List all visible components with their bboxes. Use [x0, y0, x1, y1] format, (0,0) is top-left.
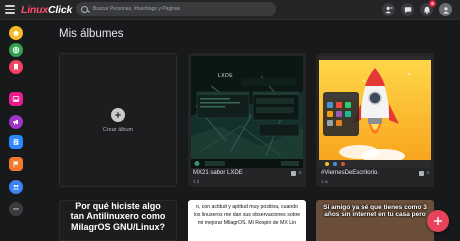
- plus-icon: [434, 217, 442, 225]
- sidebar-albums[interactable]: [9, 92, 23, 106]
- photo-icon: [291, 171, 297, 176]
- logo-text-part1: Linux: [21, 3, 48, 16]
- user-avatar[interactable]: [439, 3, 452, 16]
- sidebar-explore[interactable]: [9, 43, 23, 57]
- bell-icon[interactable]: 6: [420, 0, 436, 16]
- meme-caption: Por qué hiciste algo tan Antilinuxero co…: [70, 201, 166, 232]
- album-card-viernes[interactable]: #ViernesDeEscritorio. 1 w 4: [316, 53, 434, 187]
- thumbnail-caption: LXDE: [218, 73, 234, 79]
- sidebar: [0, 20, 32, 241]
- album-title[interactable]: #ViernesDeEscritorio.: [321, 170, 379, 176]
- meme-caption: Si amigo ya sé que tienes como 3 años si…: [323, 204, 427, 219]
- megaphone-icon: [13, 119, 18, 125]
- add-friend-icon[interactable]: [382, 3, 395, 16]
- sidebar-groups[interactable]: [9, 180, 23, 194]
- top-icons: 6: [382, 0, 452, 16]
- create-album-card[interactable]: Crear álbum: [59, 53, 177, 187]
- hamburger-menu-icon[interactable]: [3, 3, 17, 17]
- search-input[interactable]: [93, 6, 273, 12]
- sidebar-saved[interactable]: [9, 60, 23, 74]
- album-count-value: 4: [426, 171, 429, 176]
- album-date: 3 d: [193, 179, 200, 184]
- sidebar-pages[interactable]: [9, 135, 23, 149]
- album-thumbnail: LXDE: [191, 56, 303, 168]
- group-icon: [12, 184, 20, 190]
- flag-icon: [13, 161, 19, 168]
- image-icon: [12, 96, 20, 102]
- photo-icon: [419, 171, 425, 176]
- rocket-wallpaper-image: [319, 56, 431, 168]
- top-bar: LinuxClick 6: [0, 0, 460, 20]
- post-text-image: o, con actitud y aptitud muy positiva, c…: [193, 204, 301, 226]
- more-icon: [13, 208, 19, 210]
- add-fab-button[interactable]: [427, 210, 449, 232]
- album-card-partial-3[interactable]: Si amigo ya sé que tienes como 3 años si…: [316, 200, 434, 241]
- logo-text-part2: Click: [48, 3, 73, 16]
- album-card-partial-2[interactable]: o, con actitud y aptitud muy positiva, c…: [188, 200, 306, 241]
- album-count-value: 4: [298, 171, 301, 176]
- bookmark-icon: [14, 63, 18, 71]
- sidebar-more[interactable]: [9, 202, 23, 216]
- page-icon: [13, 139, 19, 145]
- chat-icon[interactable]: [401, 3, 414, 16]
- notification-badge: 6: [429, 0, 436, 7]
- album-thumbnail: [319, 56, 431, 168]
- sidebar-home[interactable]: [9, 26, 23, 40]
- sidebar-events[interactable]: [9, 157, 23, 171]
- search-icon: [81, 5, 88, 13]
- album-card-partial-1[interactable]: Por qué hiciste algo tan Antilinuxero co…: [59, 200, 177, 241]
- album-date: 1 w: [321, 179, 329, 184]
- sidebar-boosted[interactable]: [9, 115, 23, 129]
- desktop-screenshot-image: [191, 56, 303, 168]
- plus-icon: [111, 107, 125, 122]
- album-photo-count: 4: [419, 171, 429, 176]
- create-album-label: Crear álbum: [102, 126, 134, 133]
- album-title[interactable]: MX21 sabor LXDE: [193, 170, 243, 176]
- album-photo-count: 4: [291, 171, 301, 176]
- site-logo[interactable]: LinuxClick: [21, 4, 72, 16]
- home-icon: [12, 30, 20, 36]
- album-card-mx21[interactable]: LXDE MX21 sabor LXDE 3 d 4: [188, 53, 306, 187]
- globe-icon: [12, 46, 20, 54]
- page-title: Mis álbumes: [59, 28, 124, 40]
- search-bar[interactable]: [76, 2, 276, 16]
